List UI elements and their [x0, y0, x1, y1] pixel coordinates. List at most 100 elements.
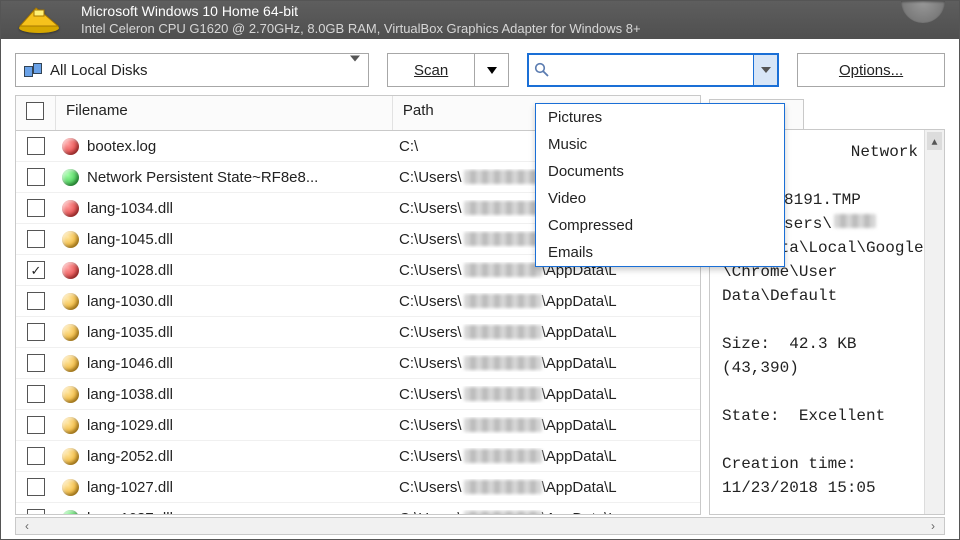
file-name: lang-1038.dll	[87, 386, 173, 403]
row-checkbox[interactable]	[27, 385, 45, 403]
status-dot-icon	[62, 355, 79, 372]
row-checkbox[interactable]: ✓	[27, 261, 45, 279]
row-checkbox[interactable]	[27, 323, 45, 341]
row-checkbox[interactable]	[27, 168, 45, 186]
options-label: Options...	[839, 62, 903, 79]
column-filename[interactable]: Filename	[56, 96, 393, 130]
file-path: C:\Users\\AppData\L	[399, 386, 617, 403]
scroll-right-icon[interactable]: ›	[922, 519, 944, 533]
status-dot-icon	[62, 169, 79, 186]
search-filter-dropdown: PicturesMusicDocumentsVideoCompressedEma…	[535, 103, 785, 267]
file-path: C:\Users\\AppData\L	[399, 479, 617, 496]
redacted-icon	[464, 418, 542, 432]
info-size: Size: 42.3 KB (43,390)	[722, 335, 866, 377]
row-checkbox[interactable]	[27, 199, 45, 217]
row-checkbox[interactable]	[27, 447, 45, 465]
info-ctime-value: 11/23/2018 15:05	[722, 479, 876, 497]
info-filename: 8191.TMP	[784, 191, 861, 209]
redacted-icon	[464, 356, 542, 370]
info-state: State: Excellent	[722, 407, 885, 425]
status-dot-icon	[62, 386, 79, 403]
options-button[interactable]: Options...	[797, 53, 945, 87]
chevron-down-icon	[761, 67, 771, 73]
table-row[interactable]: lang-1029.dll C:\Users\\AppData\L	[16, 410, 700, 441]
scan-dropdown-button[interactable]	[475, 53, 509, 87]
file-path: C:\Users\\AppData\L	[399, 293, 617, 310]
table-row[interactable]: lang-1035.dll C:\Users\\AppData\L	[16, 317, 700, 348]
redacted-icon	[464, 232, 542, 246]
status-dot-icon	[62, 324, 79, 341]
main-split: Filename Path bootex.logC:\Network Persi…	[1, 95, 959, 515]
search-filter-option[interactable]: Compressed	[536, 212, 784, 239]
table-row[interactable]: lang-1046.dll C:\Users\\AppData\L	[16, 348, 700, 379]
file-name: bootex.log	[87, 138, 156, 155]
row-checkbox[interactable]	[27, 509, 45, 514]
file-path: C:\Users\\AppData\L	[399, 448, 617, 465]
scan-label: Scan	[414, 62, 448, 79]
search-filter-option[interactable]: Pictures	[536, 104, 784, 131]
file-path: C:\Users\\AppData\L	[399, 417, 617, 434]
table-row[interactable]: lang-1030.dllC:\Users\\AppData\L	[16, 286, 700, 317]
column-checkbox[interactable]	[16, 96, 56, 130]
app-icon	[11, 3, 67, 35]
select-all-checkbox[interactable]	[26, 102, 44, 120]
info-path-part-a: sers\	[784, 215, 832, 233]
info-scrollbar[interactable]	[924, 130, 944, 514]
redacted-icon	[464, 201, 542, 215]
row-checkbox[interactable]	[27, 230, 45, 248]
search-filter-option[interactable]: Video	[536, 185, 784, 212]
file-name: lang-1029.dll	[87, 417, 173, 434]
file-path: C:\Users\\AppData\L	[399, 355, 617, 372]
redacted-icon	[464, 480, 542, 494]
status-dot-icon	[62, 293, 79, 310]
search-filter-option[interactable]: Music	[536, 131, 784, 158]
scan-button[interactable]: Scan	[387, 53, 475, 87]
search-icon	[529, 62, 554, 78]
info-ctime-label: Creation time:	[722, 455, 856, 473]
file-name: lang-1037.dll	[87, 510, 173, 515]
status-dot-icon	[62, 200, 79, 217]
file-name: lang-1035.dll	[87, 324, 173, 341]
disk-selector[interactable]: All Local Disks	[15, 53, 369, 87]
os-line: Microsoft Windows 10 Home 64-bit	[81, 3, 641, 20]
scroll-left-icon[interactable]: ‹	[16, 519, 38, 533]
file-path: C:\Users\\A	[399, 169, 556, 186]
redacted-icon	[464, 449, 542, 463]
horizontal-scrollbar[interactable]: ‹ ›	[15, 517, 945, 535]
search-filter-option[interactable]: Emails	[536, 239, 784, 266]
file-name: lang-2052.dll	[87, 448, 173, 465]
file-name: lang-1046.dll	[87, 355, 173, 372]
system-header: Microsoft Windows 10 Home 64-bit Intel C…	[1, 1, 959, 39]
file-path: C:\Users\\A	[399, 200, 556, 217]
redacted-icon	[464, 294, 542, 308]
chevron-down-icon	[350, 62, 360, 79]
file-name: lang-1045.dll	[87, 231, 173, 248]
file-name: lang-1034.dll	[87, 200, 173, 217]
row-checkbox[interactable]	[27, 137, 45, 155]
redacted-icon	[464, 170, 542, 184]
row-checkbox[interactable]	[27, 416, 45, 434]
row-checkbox[interactable]	[27, 292, 45, 310]
search-box[interactable]	[527, 53, 779, 87]
hw-line: Intel Celeron CPU G1620 @ 2.70GHz, 8.0GB…	[81, 20, 641, 37]
search-input[interactable]	[554, 55, 753, 85]
redacted-icon	[834, 214, 876, 228]
row-checkbox[interactable]	[27, 478, 45, 496]
redacted-icon	[464, 387, 542, 401]
table-row[interactable]: lang-1038.dll C:\Users\\AppData\L	[16, 379, 700, 410]
row-checkbox[interactable]	[27, 354, 45, 372]
table-row[interactable]: lang-2052.dll C:\Users\\AppData\L	[16, 441, 700, 472]
status-dot-icon	[62, 510, 79, 515]
file-path: C:\Users\\AppData\L	[399, 324, 617, 341]
status-dot-icon	[62, 138, 79, 155]
file-path: C:\	[399, 138, 418, 155]
search-dropdown-toggle[interactable]	[753, 55, 777, 85]
table-row[interactable]: lang-1037.dllC:\Users\\AppData\L	[16, 503, 700, 514]
disk-selector-label: All Local Disks	[50, 62, 148, 79]
info-partial-title: Network	[851, 140, 918, 164]
redacted-icon	[464, 511, 542, 514]
toolbar: All Local Disks Scan Options...	[1, 39, 959, 95]
search-filter-option[interactable]: Documents	[536, 158, 784, 185]
table-row[interactable]: lang-1027.dllC:\Users\\AppData\L	[16, 472, 700, 503]
triangle-down-icon	[487, 67, 497, 74]
